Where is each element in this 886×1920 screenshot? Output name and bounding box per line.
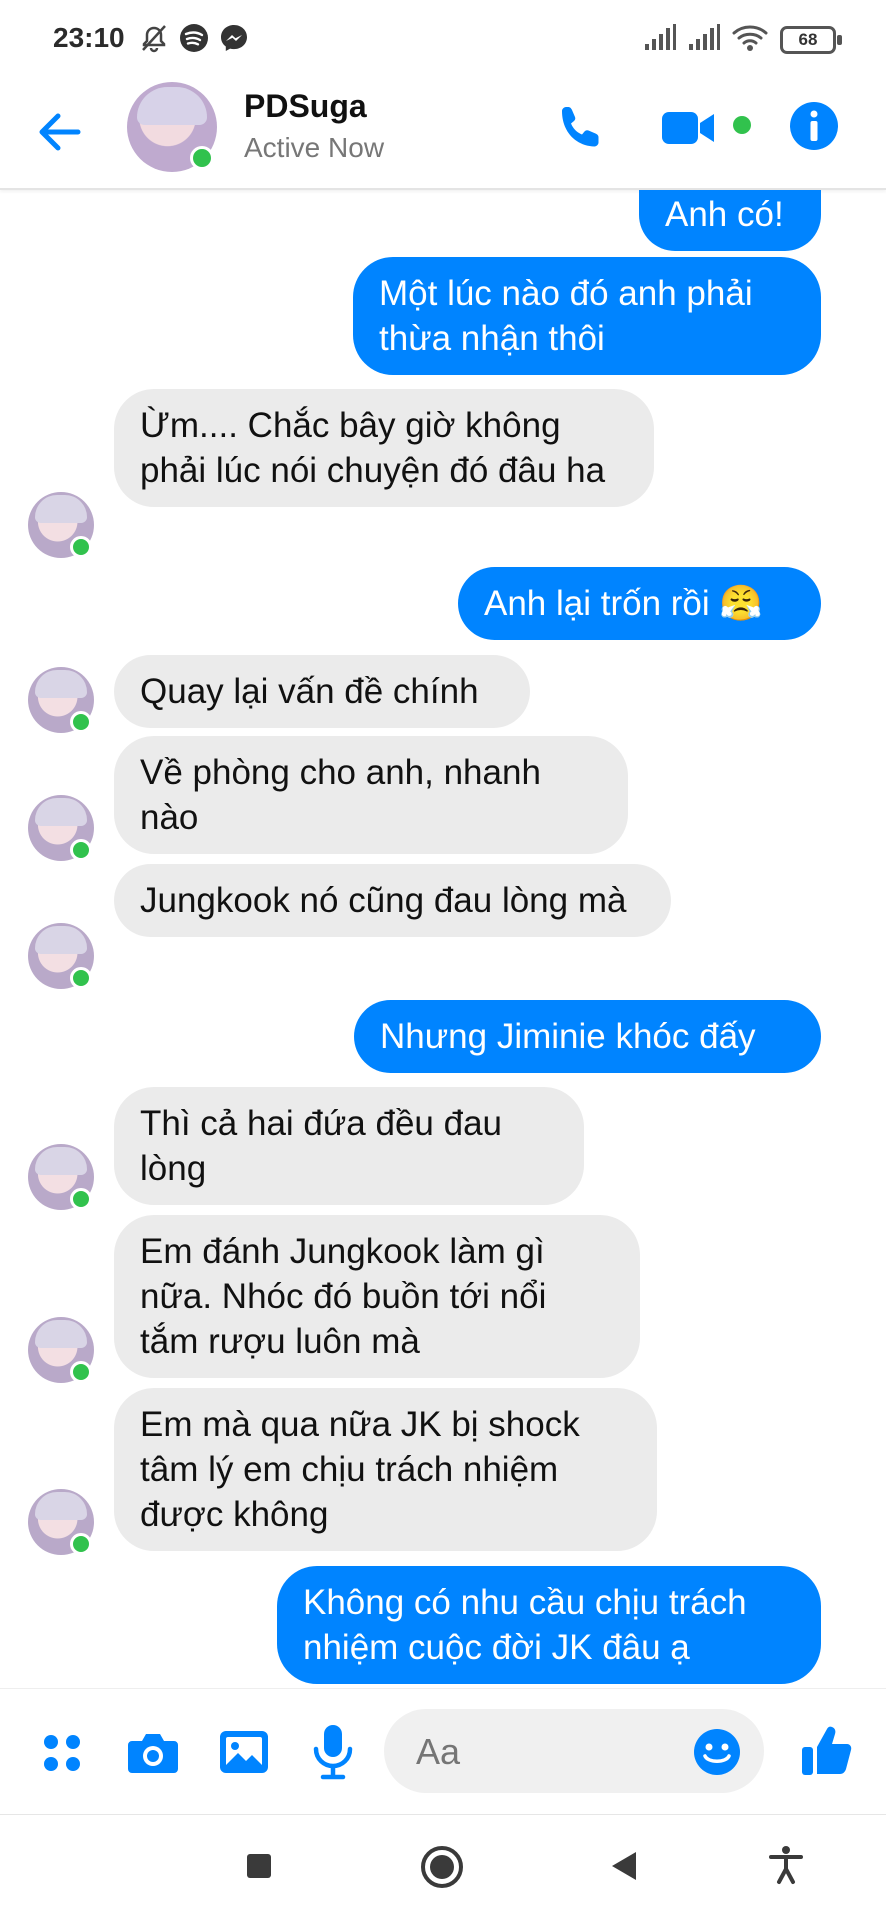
mute-icon xyxy=(142,25,166,53)
home-circle-icon[interactable] xyxy=(420,1845,464,1889)
online-indicator xyxy=(70,711,92,733)
recents-square-icon[interactable] xyxy=(244,1851,274,1881)
online-indicator xyxy=(70,839,92,861)
message-bubble-received[interactable]: Ừm.... Chắc bây giờ không phải lúc nói c… xyxy=(114,389,654,507)
online-indicator xyxy=(190,146,214,170)
video-online-dot xyxy=(733,116,751,134)
online-indicator xyxy=(70,1188,92,1210)
system-navigation-bar xyxy=(0,1814,886,1920)
online-indicator xyxy=(70,536,92,558)
contact-name[interactable]: PDSuga xyxy=(244,88,367,125)
signal-icon xyxy=(645,24,676,50)
thumbs-up-icon[interactable] xyxy=(800,1723,856,1779)
signal-icon xyxy=(689,24,720,50)
emoji-icon[interactable] xyxy=(692,1727,742,1777)
accessibility-icon[interactable] xyxy=(768,1845,804,1885)
online-indicator xyxy=(70,1533,92,1555)
message-bubble-received[interactable]: Thì cả hai đứa đều đau lòng xyxy=(114,1087,584,1205)
messenger-icon xyxy=(221,25,247,51)
message-bubble-received[interactable]: Về phòng cho anh, nhanh nào xyxy=(114,736,628,854)
message-composer xyxy=(0,1688,886,1814)
message-bubble-sent[interactable]: Một lúc nào đó anh phải thừa nhận thôi xyxy=(353,257,821,375)
status-bar: 23:10 68 xyxy=(0,0,886,78)
message-bubble-sent[interactable]: Anh có! xyxy=(639,190,821,251)
back-arrow-icon[interactable] xyxy=(32,104,88,160)
message-bubble-received[interactable]: Em mà qua nữa JK bị shock tâm lý em chịu… xyxy=(114,1388,657,1551)
video-camera-icon[interactable] xyxy=(660,106,718,150)
spotify-icon xyxy=(180,24,208,52)
status-time: 23:10 xyxy=(53,22,125,53)
camera-icon[interactable] xyxy=(126,1729,180,1777)
message-bubble-received[interactable]: Em đánh Jungkook làm gì nữa. Nhóc đó buồ… xyxy=(114,1215,640,1378)
message-bubble-sent[interactable]: Nhưng Jiminie khóc đấy xyxy=(354,1000,821,1073)
chat-header: PDSuga Active Now xyxy=(0,78,886,190)
message-input[interactable] xyxy=(416,1731,666,1773)
gallery-icon[interactable] xyxy=(218,1727,270,1777)
message-bubble-received[interactable]: Jungkook nó cũng đau lòng mà xyxy=(114,864,671,937)
info-icon[interactable] xyxy=(788,100,840,152)
back-triangle-icon[interactable] xyxy=(608,1849,640,1883)
message-bubble-received[interactable]: Quay lại vấn đề chính xyxy=(114,655,530,728)
apps-grid-icon[interactable] xyxy=(40,1731,84,1775)
microphone-icon[interactable] xyxy=(310,1723,356,1781)
contact-status: Active Now xyxy=(244,132,385,163)
message-bubble-sent[interactable]: Không có nhu cầu chịu trách nhiệm cuộc đ… xyxy=(277,1566,821,1684)
battery-icon: 68 xyxy=(780,26,842,54)
message-input-container[interactable] xyxy=(384,1709,764,1793)
wifi-icon xyxy=(732,25,768,51)
message-bubble-sent[interactable]: Anh lại trốn rồi 😤 xyxy=(458,567,821,640)
phone-icon[interactable] xyxy=(554,102,606,154)
online-indicator xyxy=(70,967,92,989)
message-list[interactable]: Anh có! Một lúc nào đó anh phải thừa nhậ… xyxy=(0,190,886,1688)
online-indicator xyxy=(70,1361,92,1383)
